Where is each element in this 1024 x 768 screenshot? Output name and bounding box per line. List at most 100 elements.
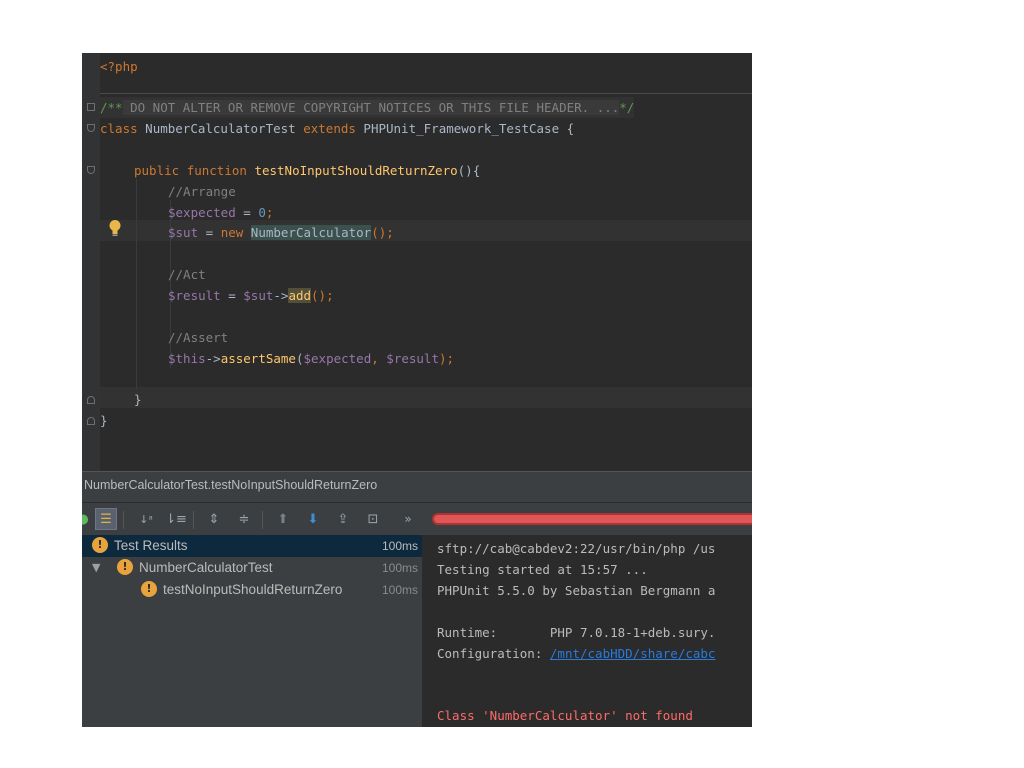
comment-act: //Act bbox=[168, 267, 206, 282]
var-sut: $sut bbox=[168, 225, 199, 240]
var-expected: $expected bbox=[168, 205, 236, 220]
run-panel-header: NumberCalculatorTest.testNoInputShouldRe… bbox=[82, 471, 752, 502]
kw-extends: extends bbox=[303, 121, 356, 136]
warning-icon: ! bbox=[92, 537, 108, 553]
comment-assert: //Assert bbox=[168, 330, 229, 345]
doc-close: */ bbox=[619, 100, 635, 115]
semicolon: ; bbox=[265, 205, 274, 220]
warning-icon: ! bbox=[117, 559, 133, 575]
function-tail: (){ bbox=[457, 163, 481, 178]
test-progress-bar bbox=[432, 513, 752, 525]
assign: = bbox=[235, 205, 259, 220]
code-line-class: class NumberCalculatorTest extends PHPUn… bbox=[100, 118, 574, 139]
brace-line-highlight bbox=[100, 387, 752, 408]
import-tests-icon[interactable]: ⊡ bbox=[362, 508, 384, 530]
paren-semi: (); bbox=[311, 288, 334, 303]
kw-new: new bbox=[220, 225, 244, 240]
console-line: Testing started at 15:57 ... bbox=[437, 562, 648, 577]
close-brace: } bbox=[100, 413, 108, 428]
code-line-doc: /** DO NOT ALTER OR REMOVE COPYRIGHT NOT… bbox=[100, 97, 635, 118]
kw-public: public bbox=[134, 163, 180, 178]
tree-item-label: NumberCalculatorTest bbox=[139, 560, 273, 575]
assign: = bbox=[198, 225, 221, 240]
console-line: PHPUnit 5.5.0 by Sebastian Bergmann a bbox=[437, 583, 716, 598]
more-actions-icon[interactable]: » bbox=[397, 508, 419, 530]
doc-text: DO NOT ALTER OR REMOVE COPYRIGHT NOTICES… bbox=[122, 100, 620, 115]
code-editor[interactable]: <?php /** DO NOT ALTER OR REMOVE COPYRIG… bbox=[82, 53, 752, 471]
test-tree: ! Test Results 100ms ▼ ! NumberCalculato… bbox=[82, 535, 422, 727]
export-icon[interactable]: ⇪ bbox=[332, 508, 354, 530]
doc-open: /** bbox=[100, 100, 123, 115]
assign: = bbox=[220, 288, 244, 303]
show-passed-icon[interactable]: ☰ bbox=[95, 508, 117, 530]
header-separator bbox=[100, 93, 752, 94]
arrow: -> bbox=[273, 288, 289, 303]
expand-arrow-icon[interactable]: ▼ bbox=[92, 561, 100, 574]
kw-class: class bbox=[100, 121, 138, 136]
fold-icon[interactable] bbox=[87, 124, 95, 132]
method-add: add bbox=[288, 288, 312, 303]
console-output[interactable]: sftp://cab@cabdev2:22/usr/bin/php /us Te… bbox=[423, 535, 752, 727]
tree-item-test-results[interactable]: ! Test Results 100ms bbox=[82, 535, 422, 557]
code-line-arrange: //Arrange bbox=[100, 181, 236, 202]
console-line: sftp://cab@cabdev2:22/usr/bin/php /us bbox=[437, 541, 716, 556]
configuration-link[interactable]: /mnt/cabHDD/share/cabc bbox=[550, 646, 716, 661]
tree-item-test-class[interactable]: ▼ ! NumberCalculatorTest 100ms bbox=[82, 557, 422, 579]
comment-arrange: //Arrange bbox=[168, 184, 236, 199]
tree-item-label: Test Results bbox=[114, 538, 188, 553]
code-line-expected: $expected = 0; bbox=[100, 202, 273, 223]
code-line-close-method: } bbox=[100, 389, 142, 410]
arg-expected: $expected bbox=[303, 351, 372, 366]
var-this: $this bbox=[168, 351, 206, 366]
ide-window: <?php /** DO NOT ALTER OR REMOVE COPYRIG… bbox=[82, 53, 752, 727]
parent-class: PHPUnit_Framework_TestCase { bbox=[355, 121, 575, 136]
arg-result: $result bbox=[386, 351, 439, 366]
new-class-name: NumberCalculator bbox=[250, 225, 372, 240]
method-assert: assertSame bbox=[220, 351, 296, 366]
num-zero: 0 bbox=[258, 205, 266, 220]
tree-item-time: 100ms bbox=[381, 561, 418, 575]
fold-icon[interactable] bbox=[87, 396, 95, 404]
collapse-all-icon[interactable]: ≑ bbox=[233, 508, 255, 530]
kw-function: function bbox=[186, 163, 247, 178]
toolbar-separator bbox=[193, 511, 194, 529]
tree-item-test-method[interactable]: ! testNoInputShouldReturnZero 100ms bbox=[82, 579, 422, 601]
code-line-close-class: } bbox=[100, 410, 108, 431]
console-error-line: Class 'NumberCalculator' not found bbox=[437, 708, 693, 723]
fold-icon[interactable] bbox=[87, 166, 95, 174]
paren-close: ); bbox=[438, 351, 455, 366]
paren-semi: (); bbox=[371, 225, 394, 240]
toolbar-separator bbox=[262, 511, 263, 529]
fold-icon[interactable] bbox=[87, 103, 95, 111]
run-config-title: NumberCalculatorTest.testNoInputShouldRe… bbox=[84, 478, 378, 492]
sort-duration-icon[interactable]: ⇂≡ bbox=[165, 508, 187, 530]
previous-failed-icon[interactable]: ⬆ bbox=[272, 508, 294, 530]
warning-icon: ! bbox=[141, 581, 157, 597]
rerun-icon[interactable]: ● bbox=[82, 508, 94, 530]
var-sut: $sut bbox=[243, 288, 274, 303]
close-brace: } bbox=[134, 392, 142, 407]
php-open-tag: <?php bbox=[100, 59, 138, 74]
tree-item-time: 100ms bbox=[381, 539, 418, 553]
editor-gutter bbox=[82, 53, 100, 471]
paren-open: ( bbox=[295, 351, 304, 366]
configuration-label: Configuration: bbox=[437, 646, 550, 661]
run-toolbar: ● ☰ ↓ᵃ ⇂≡ ⇕ ≑ ⬆ ⬇ ⇪ ⊡ » bbox=[82, 502, 752, 536]
toolbar-separator bbox=[123, 511, 124, 529]
code-line-assert: $this->assertSame($expected, $result); bbox=[100, 348, 454, 369]
comma: , bbox=[371, 351, 387, 366]
arrow: -> bbox=[205, 351, 221, 366]
next-failed-icon[interactable]: ⬇ bbox=[302, 508, 324, 530]
code-line-sut: $sut = new NumberCalculator(); bbox=[100, 222, 394, 243]
tree-item-label: testNoInputShouldReturnZero bbox=[163, 582, 343, 597]
console-line-configuration: Configuration: /mnt/cabHDD/share/cabc bbox=[437, 643, 715, 664]
fold-icon[interactable] bbox=[87, 417, 95, 425]
code-line-1: <?php bbox=[100, 56, 138, 77]
tree-item-time: 100ms bbox=[381, 583, 418, 597]
expand-all-icon[interactable]: ⇕ bbox=[203, 508, 225, 530]
code-line-result: $result = $sut->add(); bbox=[100, 285, 334, 306]
code-line-assert-comment: //Assert bbox=[100, 327, 228, 348]
function-name: testNoInputShouldReturnZero bbox=[254, 163, 458, 178]
class-name: NumberCalculatorTest bbox=[137, 121, 304, 136]
sort-alpha-icon[interactable]: ↓ᵃ bbox=[135, 508, 157, 530]
